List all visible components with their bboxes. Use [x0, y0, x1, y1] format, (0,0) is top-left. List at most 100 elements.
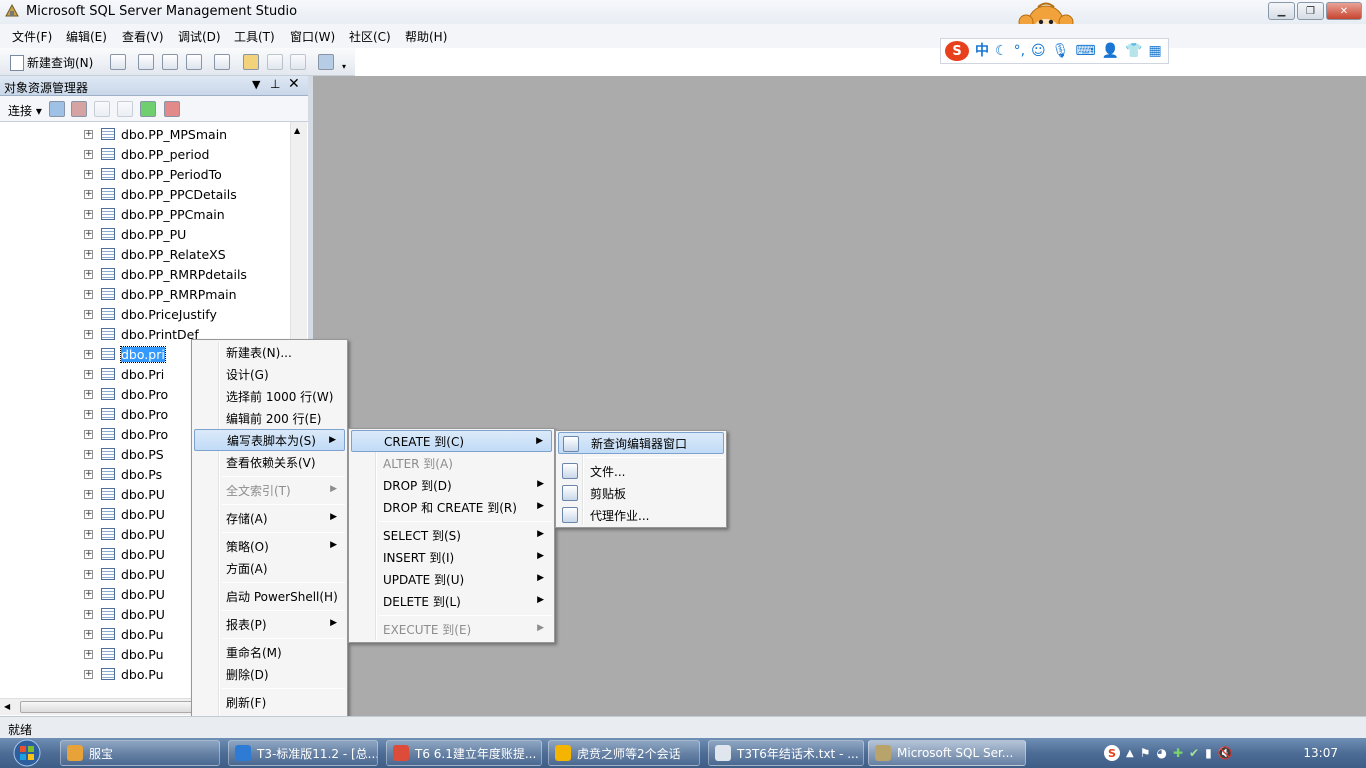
- tree-row-table[interactable]: + dbo.PS: [84, 444, 164, 464]
- menu-item[interactable]: 新建表(N)...: [194, 341, 345, 363]
- expand-plus-icon[interactable]: +: [84, 669, 93, 679]
- user-icon[interactable]: 👤: [1102, 44, 1119, 58]
- scroll-thumb[interactable]: [20, 701, 210, 713]
- expand-plus-icon[interactable]: +: [84, 429, 93, 439]
- menu-debug[interactable]: 调试(D): [178, 28, 221, 45]
- expand-plus-icon[interactable]: +: [84, 469, 93, 479]
- activity-icon[interactable]: [164, 101, 180, 117]
- signal-icon[interactable]: ▮: [1205, 746, 1212, 760]
- tree-row-table[interactable]: + dbo.PP_MPSmain: [84, 124, 227, 144]
- disconnect-icon[interactable]: [71, 101, 87, 117]
- tree-row-table[interactable]: + dbo.Pu: [84, 644, 164, 664]
- tree-row-table[interactable]: + dbo.PP_PPCDetails: [84, 184, 237, 204]
- open-folder-icon[interactable]: [243, 54, 259, 70]
- menu-file[interactable]: 文件(F): [12, 28, 52, 45]
- expand-plus-icon[interactable]: +: [84, 289, 93, 299]
- mdx-query-icon[interactable]: [138, 54, 154, 70]
- expand-plus-icon[interactable]: +: [84, 309, 93, 319]
- tree-row-table[interactable]: + dbo.PP_RMRPmain: [84, 284, 237, 304]
- menu-item[interactable]: 设计(G): [194, 363, 345, 385]
- tree-row-table[interactable]: + dbo.Pri: [84, 364, 164, 384]
- tree-row-table[interactable]: + dbo.PU: [84, 564, 165, 584]
- expand-plus-icon[interactable]: +: [84, 149, 93, 159]
- tree-row-table[interactable]: + dbo.PU: [84, 604, 165, 624]
- taskbar-button[interactable]: 虎贲之师等2个会话: [548, 740, 700, 766]
- activity-monitor-icon[interactable]: [318, 54, 334, 70]
- connect-server-icon[interactable]: [49, 101, 65, 117]
- menu-tools[interactable]: 工具(T): [234, 28, 275, 45]
- menu-item[interactable]: 代理作业...: [558, 504, 724, 526]
- expand-plus-icon[interactable]: +: [84, 249, 93, 259]
- taskbar-button[interactable]: Microsoft SQL Ser...: [868, 740, 1026, 766]
- print-icon[interactable]: [290, 54, 306, 70]
- tree-row-table[interactable]: + dbo.Pro: [84, 384, 168, 404]
- taskbar-button[interactable]: T3-标准版11.2 - [总...: [228, 740, 378, 766]
- expand-plus-icon[interactable]: +: [84, 389, 93, 399]
- security-icon[interactable]: ✔: [1189, 746, 1199, 760]
- sogou-logo-icon[interactable]: S: [945, 41, 969, 61]
- skin-shirt-icon[interactable]: 👕: [1125, 44, 1142, 58]
- tree-row-table[interactable]: + dbo.Pu: [84, 624, 164, 644]
- expand-plus-icon[interactable]: +: [84, 369, 93, 379]
- keyboard-icon[interactable]: ⌨: [1075, 44, 1095, 58]
- microphone-icon[interactable]: 🎙: [1052, 44, 1070, 58]
- tree-row-table[interactable]: + dbo.PP_PPCmain: [84, 204, 225, 224]
- expand-plus-icon[interactable]: +: [84, 349, 93, 359]
- taskbar-button[interactable]: T3T6年结话术.txt - ...: [708, 740, 864, 766]
- taskbar-button[interactable]: 服宝: [60, 740, 220, 766]
- save-icon[interactable]: [267, 54, 283, 70]
- menu-item[interactable]: EXECUTE 到(E) ▶: [351, 618, 552, 640]
- tree-row-table[interactable]: + dbo.PP_RelateXS: [84, 244, 226, 264]
- tree-row-table[interactable]: + dbo.PU: [84, 524, 165, 544]
- tree-row-table[interactable]: + dbo.PU: [84, 504, 165, 524]
- tree-row-table[interactable]: + dbo.PU: [84, 584, 165, 604]
- menu-item[interactable]: 选择前 1000 行(W): [194, 385, 345, 407]
- menu-view[interactable]: 查看(V): [122, 28, 164, 45]
- punctuation-icon[interactable]: °,: [1014, 44, 1025, 58]
- qq-penguin-icon[interactable]: ◕: [1156, 746, 1166, 760]
- tree-row-table[interactable]: + dbo.PP_period: [84, 144, 209, 164]
- tree-row-table[interactable]: + dbo.Pro: [84, 404, 168, 424]
- expand-plus-icon[interactable]: +: [84, 609, 93, 619]
- taskbar-button[interactable]: T6 6.1建立年度账提...: [386, 740, 542, 766]
- menu-item[interactable]: 文件...: [558, 460, 724, 482]
- menu-item[interactable]: 存储(A) ▶: [194, 507, 345, 529]
- expand-plus-icon[interactable]: +: [84, 549, 93, 559]
- expand-plus-icon[interactable]: +: [84, 589, 93, 599]
- refresh-icon[interactable]: [140, 101, 156, 117]
- filter-icon[interactable]: [117, 101, 133, 117]
- menu-window[interactable]: 窗口(W): [290, 28, 335, 45]
- new-query-button[interactable]: 新建查询(N): [10, 54, 93, 71]
- tree-row-table[interactable]: + dbo.PriceJustify: [84, 304, 217, 324]
- document-icon[interactable]: [110, 54, 126, 70]
- expand-plus-icon[interactable]: +: [84, 649, 93, 659]
- ime-mode-chinese[interactable]: 中: [975, 44, 989, 58]
- tree-row-table[interactable]: + dbo.PrintDef: [84, 324, 199, 344]
- menu-item[interactable]: 重命名(M): [194, 641, 345, 663]
- menu-item[interactable]: 删除(D): [194, 663, 345, 685]
- network-warning-icon[interactable]: ⚑: [1140, 746, 1151, 760]
- menu-item[interactable]: 编写表脚本为(S) ▶: [194, 429, 345, 451]
- close-button[interactable]: ✕: [1326, 2, 1362, 20]
- expand-plus-icon[interactable]: +: [84, 169, 93, 179]
- menu-item[interactable]: ALTER 到(A): [351, 452, 552, 474]
- dmx-query-icon[interactable]: [162, 54, 178, 70]
- tree-row-table[interactable]: + dbo.Ps: [84, 464, 162, 484]
- expand-plus-icon[interactable]: +: [84, 629, 93, 639]
- tree-row-table[interactable]: + dbo.Pro: [84, 424, 168, 444]
- new-file-icon[interactable]: [214, 54, 230, 70]
- restore-button[interactable]: ❐: [1297, 2, 1324, 20]
- menu-item[interactable]: 启动 PowerShell(H): [194, 585, 345, 607]
- expand-plus-icon[interactable]: +: [84, 329, 93, 339]
- menu-community[interactable]: 社区(C): [349, 28, 391, 45]
- start-button[interactable]: [8, 738, 46, 768]
- expand-plus-icon[interactable]: +: [84, 529, 93, 539]
- menu-item[interactable]: CREATE 到(C) ▶: [351, 430, 552, 452]
- menu-item[interactable]: 刷新(F): [194, 691, 345, 713]
- tree-row-table[interactable]: + dbo.PP_PeriodTo: [84, 164, 222, 184]
- pin-icon[interactable]: ⊥: [270, 77, 280, 91]
- menu-item[interactable]: 方面(A): [194, 557, 345, 579]
- expand-plus-icon[interactable]: +: [84, 489, 93, 499]
- menu-help[interactable]: 帮助(H): [405, 28, 447, 45]
- smiley-icon[interactable]: ☺: [1031, 44, 1046, 58]
